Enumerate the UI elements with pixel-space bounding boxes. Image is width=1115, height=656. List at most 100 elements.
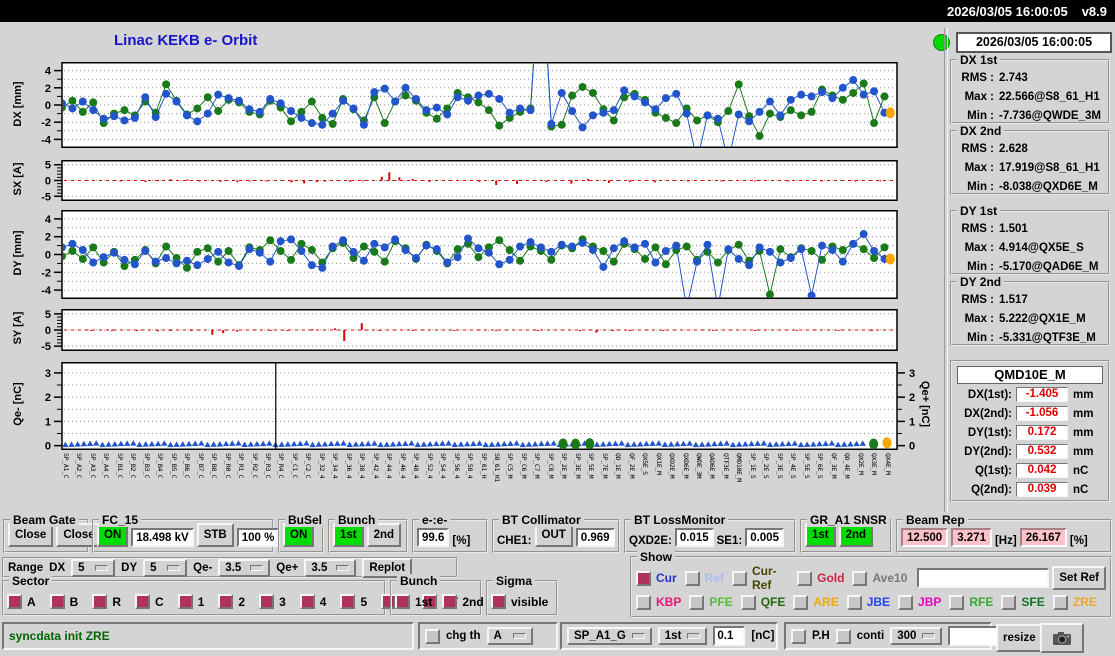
x-axis-monitor-label: SP_B8_C <box>210 453 219 479</box>
sector-5-checkbox[interactable]: 5 <box>340 594 367 609</box>
sector-3-checkbox[interactable]: 3 <box>259 594 286 609</box>
show-sfe-checkbox[interactable]: SFE <box>1001 594 1045 610</box>
x-axis-monitor-label: SP_C1_C <box>290 453 299 479</box>
monitor-row-value: 0.042 <box>1016 463 1068 478</box>
resize-button[interactable]: resize <box>996 624 1043 652</box>
show-rfe-checkbox[interactable]: RFE <box>949 594 994 610</box>
show-ave10-checkbox[interactable]: Ave10 <box>852 570 907 586</box>
max-label: Max : <box>964 313 994 325</box>
x-axis-monitor-label: SP_56_4 <box>452 453 461 479</box>
monitor-select-dropdown[interactable]: SP_A1_G <box>567 627 652 645</box>
sector-b-checkbox[interactable]: B <box>49 594 78 609</box>
fc15-group: FC_15 ON 18.498 kV STB 100 % <box>92 513 280 553</box>
show-cur-checkbox[interactable]: Cur <box>636 570 677 586</box>
dropdown-indicator <box>512 633 526 639</box>
x-axis-monitor-label: SP_52_4 <box>425 453 434 479</box>
qxd2e-value: 0.015 <box>674 528 714 547</box>
range-dx-dropdown[interactable]: 5 <box>71 558 116 577</box>
conti-checkbox[interactable] <box>835 628 851 644</box>
screenshot-camera-button[interactable] <box>1040 623 1084 653</box>
svg-text:-2: -2 <box>41 267 51 279</box>
show-jbe-checkbox[interactable]: JBE <box>846 594 890 610</box>
group-label: Beam Gate <box>10 513 79 527</box>
show-jbp-checkbox[interactable]: JBP <box>898 594 941 610</box>
checkbox-indicator <box>218 594 234 609</box>
dx-2nd-stats-group: DX 2nd RMS : 2.628 Max : 17.919@S8_61_H1 M… <box>950 124 1110 195</box>
sector-a-checkbox[interactable]: A <box>7 594 36 609</box>
x-axis-monitor-label: SP_B3_C <box>142 453 151 479</box>
checkbox-label: 3 <box>279 594 286 609</box>
rms-value: 1.501 <box>999 223 1028 235</box>
x-axis-monitor-label: SP_B7_C <box>196 453 205 479</box>
dropdown-indicator <box>167 564 181 571</box>
sector-2-checkbox[interactable]: 2 <box>218 594 245 609</box>
show-ref-checkbox[interactable]: Ref <box>684 570 724 586</box>
ee-ratio-unit: [%] <box>452 535 471 547</box>
free-input[interactable] <box>948 626 1003 646</box>
show-qfe-checkbox[interactable]: QFE <box>740 594 785 610</box>
count-dropdown[interactable]: 300 <box>890 627 943 645</box>
checkbox-indicator <box>299 594 315 609</box>
svg-text:0: 0 <box>45 441 51 453</box>
sy-steering-plot: -5 0 5 <box>41 309 898 353</box>
show-zre-checkbox[interactable]: ZRE <box>1052 594 1097 610</box>
min-value: -8.038@QXD6E_M <box>999 181 1098 193</box>
x-axis-monitor-label: SP_4E_S <box>789 453 798 479</box>
x-axis-monitor-label: SP_A2_C <box>75 453 84 479</box>
min-value: -5.170@QAD6E_M <box>999 261 1099 273</box>
ph-checkbox[interactable] <box>791 628 806 644</box>
bunch-select-dropdown[interactable]: 1st <box>657 627 708 645</box>
fc15-stb-button[interactable]: STB <box>196 523 234 547</box>
sy-axis-title: SY [A] <box>12 311 24 345</box>
sector-select-dropdown[interactable]: A <box>486 627 533 645</box>
x-axis-monitor-label: S8_61_H1 <box>492 453 501 482</box>
ee-ratio-group: e-:e- 99.6 [%] <box>412 513 488 553</box>
show-kbp-checkbox[interactable]: KBP <box>636 594 681 610</box>
show-cur-ref-checkbox[interactable]: Cur-Ref <box>732 564 789 592</box>
sector-r-checkbox[interactable]: R <box>92 594 121 609</box>
x-axis-monitor-label: SP_44_4 <box>385 453 394 479</box>
acquisition-panel: P.H conti 300 <box>784 622 1003 650</box>
chg-th-checkbox[interactable] <box>425 628 440 644</box>
x-axis-monitor-label: SP_C6_M <box>519 453 528 479</box>
application-window: 2026/03/05 16:00:05 v8.9 Linac KEKB e- O… <box>0 0 1115 656</box>
range-qep-dropdown[interactable]: 3.5 <box>304 558 357 577</box>
show-pfe-checkbox[interactable]: PFE <box>689 594 733 610</box>
dropdown-indicator <box>336 564 350 571</box>
checkbox-indicator <box>395 594 410 609</box>
set-ref-input[interactable] <box>917 568 1050 588</box>
threshold-input[interactable] <box>713 626 746 646</box>
beam-rep-value-3: 26.167 <box>1019 528 1067 547</box>
sigma-visible-checkbox[interactable]: visible <box>491 594 548 609</box>
sector-4-checkbox[interactable]: 4 <box>299 594 326 609</box>
sector-c-checkbox[interactable]: C <box>135 594 164 609</box>
range-qem-dropdown[interactable]: 3.5 <box>218 558 271 577</box>
range-dy-dropdown[interactable]: 5 <box>143 558 188 577</box>
show-gold-checkbox[interactable]: Gold <box>797 570 844 586</box>
group-label: DX 2nd <box>957 124 1005 138</box>
checkbox-label: RFE <box>969 595 994 609</box>
svg-text:2: 2 <box>45 392 51 404</box>
sector-1-checkbox[interactable]: 1 <box>177 594 204 609</box>
beam-rep-value-2: 3.271 <box>951 528 992 547</box>
svg-text:0: 0 <box>45 250 51 262</box>
x-axis-monitor-label: SP_R4_C <box>277 453 286 479</box>
monitor-row-value: -1.405 <box>1016 387 1068 402</box>
dy-orbit-plot: -4 -2 0 2 4 <box>41 210 898 299</box>
bunch-2nd-checkbox[interactable]: 2nd <box>442 594 484 609</box>
max-value: 17.919@S8_61_H1 <box>999 162 1100 174</box>
fc15-kv-value: 18.498 kV <box>131 528 194 547</box>
window-titlebar: 2026/03/05 16:00:05 v8.9 <box>0 0 1115 22</box>
checkbox-label: R <box>112 594 122 609</box>
checkbox-indicator <box>92 594 108 609</box>
checkbox-label: Cur <box>656 571 677 585</box>
svg-text:0: 0 <box>45 325 51 337</box>
set-ref-button[interactable]: Set Ref <box>1052 566 1106 590</box>
checkbox-indicator <box>636 594 651 610</box>
bunch-1st-checkbox[interactable]: 1st <box>395 594 432 609</box>
show-are-checkbox[interactable]: ARE <box>793 594 839 610</box>
checkbox-indicator <box>636 570 651 586</box>
monitor-row-label: DX(1st): <box>967 388 1012 401</box>
chg-th-panel: chg th A <box>418 622 558 650</box>
gr-a1-snsr-group: GR_A1 SNSR 1st 2nd <box>800 513 892 553</box>
